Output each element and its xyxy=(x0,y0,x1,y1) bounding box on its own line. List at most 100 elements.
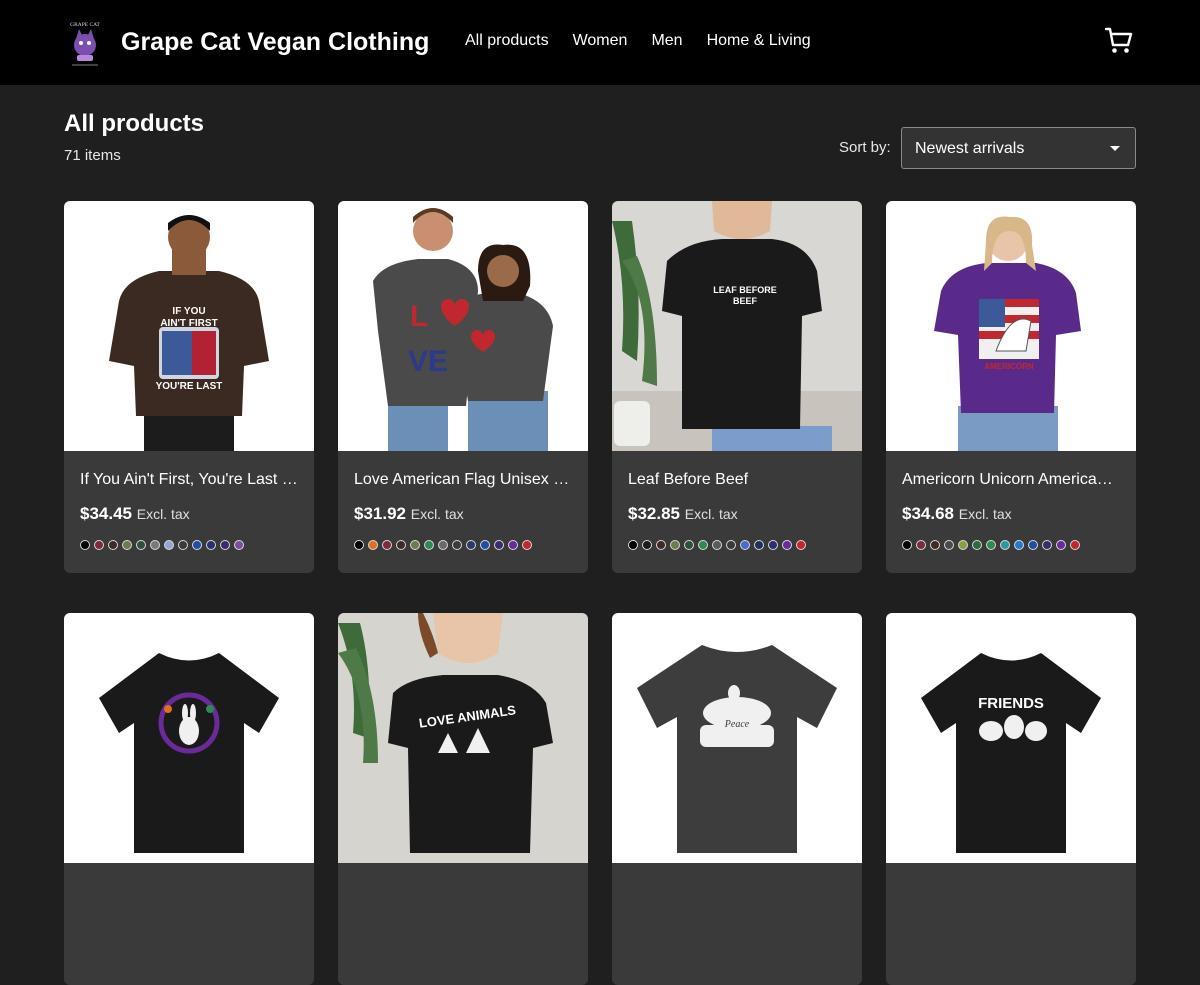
product-price: $31.92 Excl. tax xyxy=(354,504,464,523)
color-swatch[interactable] xyxy=(480,540,490,550)
sort-label: Sort by: xyxy=(839,139,891,156)
product-name[interactable]: Leaf Before Beef xyxy=(628,471,846,489)
svg-text:Peace: Peace xyxy=(724,719,750,730)
product-name[interactable]: Love American Flag Unisex Heavy Cotton T… xyxy=(354,471,572,489)
color-swatch[interactable] xyxy=(178,540,188,550)
color-swatch[interactable] xyxy=(796,540,806,550)
color-swatch[interactable] xyxy=(494,540,504,550)
product-card[interactable]: L VE Love American Flag Unisex Heavy Cot… xyxy=(338,201,588,573)
product-name[interactable]: If You Ain't First, You're Last Washingt… xyxy=(80,471,298,489)
product-image[interactable] xyxy=(64,613,314,863)
svg-text:FRIENDS: FRIENDS xyxy=(978,695,1044,712)
color-swatch[interactable] xyxy=(396,540,406,550)
page-title: All products xyxy=(64,110,205,137)
product-image[interactable]: IF YOU AIN'T FIRST YOU'RE LAST xyxy=(64,201,314,451)
color-swatch[interactable] xyxy=(424,540,434,550)
product-card[interactable]: LOVE ANIMALS xyxy=(338,613,588,985)
color-swatch[interactable] xyxy=(410,540,420,550)
color-swatch[interactable] xyxy=(670,540,680,550)
color-swatches xyxy=(628,540,806,550)
color-swatch[interactable] xyxy=(466,540,476,550)
color-swatch[interactable] xyxy=(438,540,448,550)
color-swatch[interactable] xyxy=(368,540,378,550)
product-price: $34.68 Excl. tax xyxy=(902,504,1012,523)
color-swatch[interactable] xyxy=(740,540,750,550)
color-swatch[interactable] xyxy=(916,540,926,550)
product-card[interactable]: LEAF BEFORE BEEF Leaf Before Beef $32.85… xyxy=(612,201,862,573)
color-swatch[interactable] xyxy=(768,540,778,550)
color-swatch[interactable] xyxy=(354,540,364,550)
color-swatch[interactable] xyxy=(1056,540,1066,550)
product-image[interactable]: FRIENDS xyxy=(886,613,1136,863)
product-card[interactable] xyxy=(64,613,314,985)
svg-text:LEAF BEFORE: LEAF BEFORE xyxy=(713,285,777,295)
color-swatch[interactable] xyxy=(930,540,940,550)
color-swatch[interactable] xyxy=(108,540,118,550)
color-swatch[interactable] xyxy=(712,540,722,550)
color-swatch[interactable] xyxy=(1028,540,1038,550)
color-swatch[interactable] xyxy=(452,540,462,550)
product-card[interactable]: FRIENDS xyxy=(886,613,1136,985)
color-swatch[interactable] xyxy=(684,540,694,550)
color-swatch[interactable] xyxy=(382,540,392,550)
svg-text:L: L xyxy=(410,300,428,333)
color-swatch[interactable] xyxy=(642,540,652,550)
color-swatch[interactable] xyxy=(192,540,202,550)
svg-text:AIN'T FIRST: AIN'T FIRST xyxy=(160,318,217,329)
color-swatch[interactable] xyxy=(1000,540,1010,550)
color-swatch[interactable] xyxy=(1042,540,1052,550)
chevron-down-icon xyxy=(1110,146,1120,151)
color-swatch[interactable] xyxy=(164,540,174,550)
product-card[interactable]: AMERICORN Americorn Unicorn American Fla… xyxy=(886,201,1136,573)
nav-home-living[interactable]: Home & Living xyxy=(707,32,811,50)
product-name[interactable]: Americorn Unicorn American Flag Tee xyxy=(902,471,1120,489)
color-swatches xyxy=(80,540,244,550)
product-image[interactable]: LEAF BEFORE BEEF xyxy=(612,201,862,451)
color-swatch[interactable] xyxy=(698,540,708,550)
item-count: 71 items xyxy=(64,147,121,164)
color-swatch[interactable] xyxy=(94,540,104,550)
color-swatch[interactable] xyxy=(656,540,666,550)
brand-name[interactable]: Grape Cat Vegan Clothing xyxy=(121,28,429,57)
color-swatches xyxy=(902,540,1080,550)
product-card[interactable]: IF YOU AIN'T FIRST YOU'RE LAST If You Ai… xyxy=(64,201,314,573)
color-swatch[interactable] xyxy=(726,540,736,550)
color-swatch[interactable] xyxy=(136,540,146,550)
nav-all-products[interactable]: All products xyxy=(465,32,549,50)
color-swatch[interactable] xyxy=(150,540,160,550)
nav-men[interactable]: Men xyxy=(651,32,682,50)
color-swatch[interactable] xyxy=(944,540,954,550)
color-swatch[interactable] xyxy=(958,540,968,550)
product-image[interactable]: AMERICORN xyxy=(886,201,1136,451)
color-swatch[interactable] xyxy=(508,540,518,550)
color-swatch[interactable] xyxy=(234,540,244,550)
color-swatch[interactable] xyxy=(782,540,792,550)
nav-women[interactable]: Women xyxy=(573,32,628,50)
color-swatch[interactable] xyxy=(986,540,996,550)
shopping-cart-icon[interactable] xyxy=(1103,24,1135,56)
svg-text:AMERICORN: AMERICORN xyxy=(984,362,1034,371)
color-swatch[interactable] xyxy=(522,540,532,550)
color-swatch[interactable] xyxy=(972,540,982,550)
svg-text:YOU'RE LAST: YOU'RE LAST xyxy=(156,381,223,392)
color-swatch[interactable] xyxy=(754,540,764,550)
color-swatch[interactable] xyxy=(206,540,216,550)
product-image[interactable]: L VE xyxy=(338,201,588,451)
color-swatch[interactable] xyxy=(220,540,230,550)
color-swatches xyxy=(354,540,532,550)
sort-select[interactable]: Newest arrivals xyxy=(901,127,1136,169)
grape-cat-logo[interactable]: GRAPE CAT xyxy=(62,17,108,69)
color-swatch[interactable] xyxy=(1070,540,1080,550)
product-card[interactable]: Peace xyxy=(612,613,862,985)
sort-value: Newest arrivals xyxy=(915,140,1025,157)
color-swatch[interactable] xyxy=(80,540,90,550)
color-swatch[interactable] xyxy=(628,540,638,550)
color-swatch[interactable] xyxy=(122,540,132,550)
svg-text:IF YOU: IF YOU xyxy=(172,306,205,317)
color-swatch[interactable] xyxy=(902,540,912,550)
svg-text:VE: VE xyxy=(408,345,448,378)
color-swatch[interactable] xyxy=(1014,540,1024,550)
product-image[interactable]: LOVE ANIMALS xyxy=(338,613,588,863)
product-image[interactable]: Peace xyxy=(612,613,862,863)
site-header: GRAPE CAT Grape Cat Vegan Clothing All p… xyxy=(0,0,1200,85)
